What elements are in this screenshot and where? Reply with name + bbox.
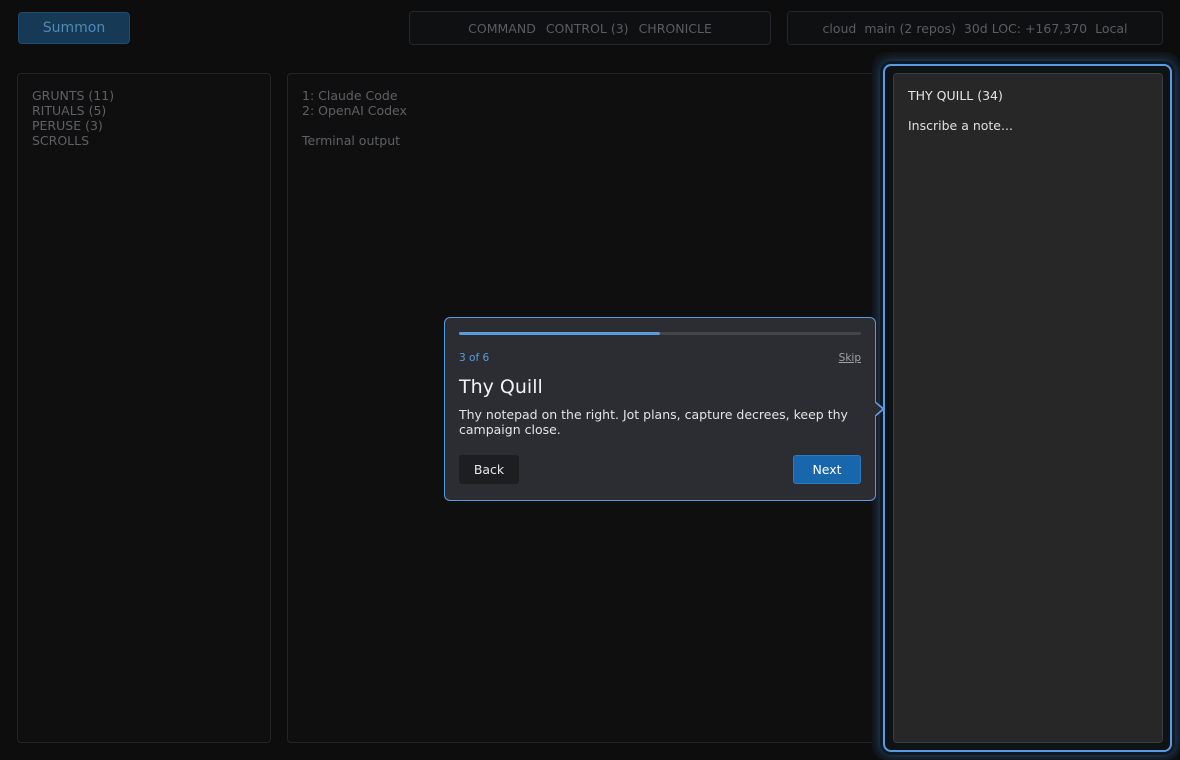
quill-title: THY QUILL (34): [908, 88, 1003, 103]
tour-pointer-arrow-fill: [873, 401, 882, 417]
branch-indicator[interactable]: main (2 repos): [864, 21, 956, 36]
sidebar-panel: GRUNTS (11) RITUALS (5) PERUSE (3) SCROL…: [17, 73, 271, 743]
tour-progress-fill: [459, 332, 660, 335]
tour-title: Thy Quill: [459, 376, 543, 398]
sidebar-item-grunts[interactable]: GRUNTS (11): [32, 88, 256, 103]
sidebar-item-peruse[interactable]: PERUSE (3): [32, 118, 256, 133]
tour-progress-bar: [459, 332, 861, 335]
nav-chronicle[interactable]: CHRONICLE: [639, 21, 712, 36]
nav-control[interactable]: CONTROL (3): [546, 21, 629, 36]
note-input[interactable]: [908, 118, 1148, 133]
quill-panel: THY QUILL (34): [893, 73, 1163, 743]
status-bar: cloud main (2 repos) 30d LOC: +167,370 L…: [787, 11, 1163, 45]
env-indicator[interactable]: cloud: [822, 21, 856, 36]
terminal-output: Terminal output: [302, 133, 401, 148]
skip-link[interactable]: Skip: [839, 352, 861, 364]
sidebar-item-rituals[interactable]: RITUALS (5): [32, 103, 256, 118]
nav-command[interactable]: COMMAND: [468, 21, 536, 36]
agent-tab-claude-code[interactable]: 1: Claude Code: [302, 88, 872, 103]
tour-step-counter: 3 of 6: [459, 352, 490, 364]
main-nav: COMMAND CONTROL (3) CHRONICLE: [409, 11, 771, 45]
sidebar-item-scrolls[interactable]: SCROLLS: [32, 133, 256, 148]
tour-description: Thy notepad on the right. Jot plans, cap…: [459, 407, 848, 437]
loc-stat: 30d LOC: +167,370: [963, 20, 1088, 36]
back-button[interactable]: Back: [459, 455, 519, 484]
summon-button[interactable]: Summon: [18, 12, 130, 44]
next-button[interactable]: Next: [793, 455, 861, 484]
tour-popover: 3 of 6 Skip Thy Quill Thy notepad on the…: [444, 317, 876, 501]
agent-tab-openai-codex[interactable]: 2: OpenAI Codex: [302, 103, 872, 118]
mode-indicator[interactable]: Local: [1095, 21, 1127, 36]
